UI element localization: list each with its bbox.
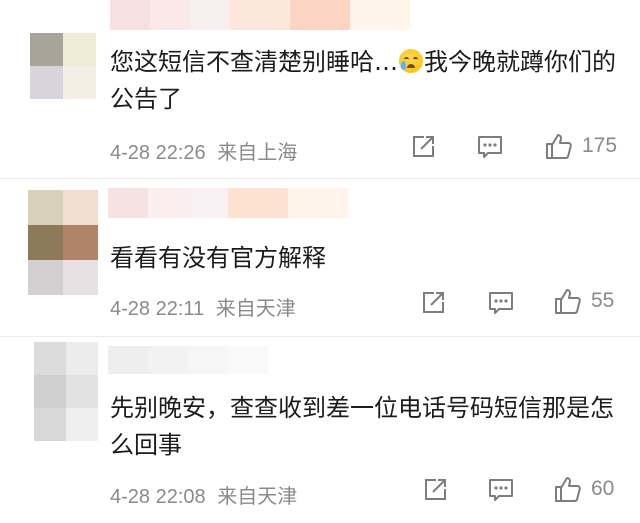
share-icon — [413, 136, 434, 157]
thumbs-up-icon — [546, 134, 572, 159]
like-count: 55 — [591, 289, 615, 312]
username-obscured[interactable] — [108, 188, 348, 218]
share-icon — [423, 292, 444, 313]
share-icon — [425, 479, 446, 500]
comment-icon — [489, 479, 513, 501]
reply-button[interactable] — [487, 477, 515, 503]
comment-icon — [478, 136, 502, 158]
comment-location: 来自上海 — [217, 142, 298, 164]
comment-text: 看看有没有官方解释 — [110, 240, 630, 277]
like-count: 60 — [591, 477, 615, 500]
like-button[interactable]: 60 — [553, 474, 614, 504]
comment-1: 您这短信不查清楚别睡哈… 我今晚就蹲你们的公告了 4-28 22:26 来自上海 … — [0, 0, 640, 175]
share-button[interactable] — [410, 134, 436, 160]
comment-2: 看看有没有官方解释 4-28 22:11 来自天津 55 — [0, 180, 640, 340]
comment-text: 先别晚安，查查收到差一位电话号码短信那是怎么回事 — [110, 390, 630, 464]
divider — [0, 336, 640, 337]
like-button[interactable]: 55 — [553, 286, 614, 316]
comment-text-body: 看看有没有官方解释 — [110, 244, 326, 272]
thumbs-up-icon — [555, 289, 581, 314]
share-button[interactable] — [422, 477, 448, 503]
comment-date: 4-28 22:11 — [110, 298, 205, 320]
avatar[interactable] — [28, 190, 98, 295]
crying-face-emoji-icon — [399, 49, 423, 73]
avatar[interactable] — [34, 342, 98, 442]
comment-meta: 4-28 22:11 来自天津 — [110, 292, 296, 321]
username-obscured[interactable] — [110, 0, 410, 30]
comment-text-part-1: 您这短信不查清楚别睡哈… — [110, 48, 398, 76]
avatar[interactable] — [30, 33, 96, 99]
comment-location: 来自天津 — [217, 486, 298, 508]
username-obscured[interactable] — [108, 346, 268, 374]
comment-icon — [489, 292, 513, 314]
comment-text: 您这短信不查清楚别睡哈… 我今晚就蹲你们的公告了 — [110, 44, 630, 118]
reply-button[interactable] — [476, 134, 504, 160]
thumbs-up-icon — [555, 477, 581, 502]
like-count: 175 — [582, 134, 618, 157]
comment-date: 4-28 22:08 — [110, 486, 206, 508]
comment-meta: 4-28 22:26 来自上海 — [110, 136, 297, 165]
comment-date: 4-28 22:26 — [110, 142, 206, 164]
like-button[interactable]: 175 — [544, 131, 617, 161]
divider — [0, 178, 640, 179]
comment-location: 来自天津 — [215, 298, 296, 320]
reply-button[interactable] — [487, 290, 515, 316]
comment-text-body: 先别晚安，查查收到差一位电话号码短信那是怎么回事 — [110, 394, 614, 459]
share-button[interactable] — [420, 290, 446, 316]
comment-meta: 4-28 22:08 来自天津 — [110, 480, 297, 509]
comment-3: 先别晚安，查查收到差一位电话号码短信那是怎么回事 4-28 22:08 来自天津… — [0, 338, 640, 523]
